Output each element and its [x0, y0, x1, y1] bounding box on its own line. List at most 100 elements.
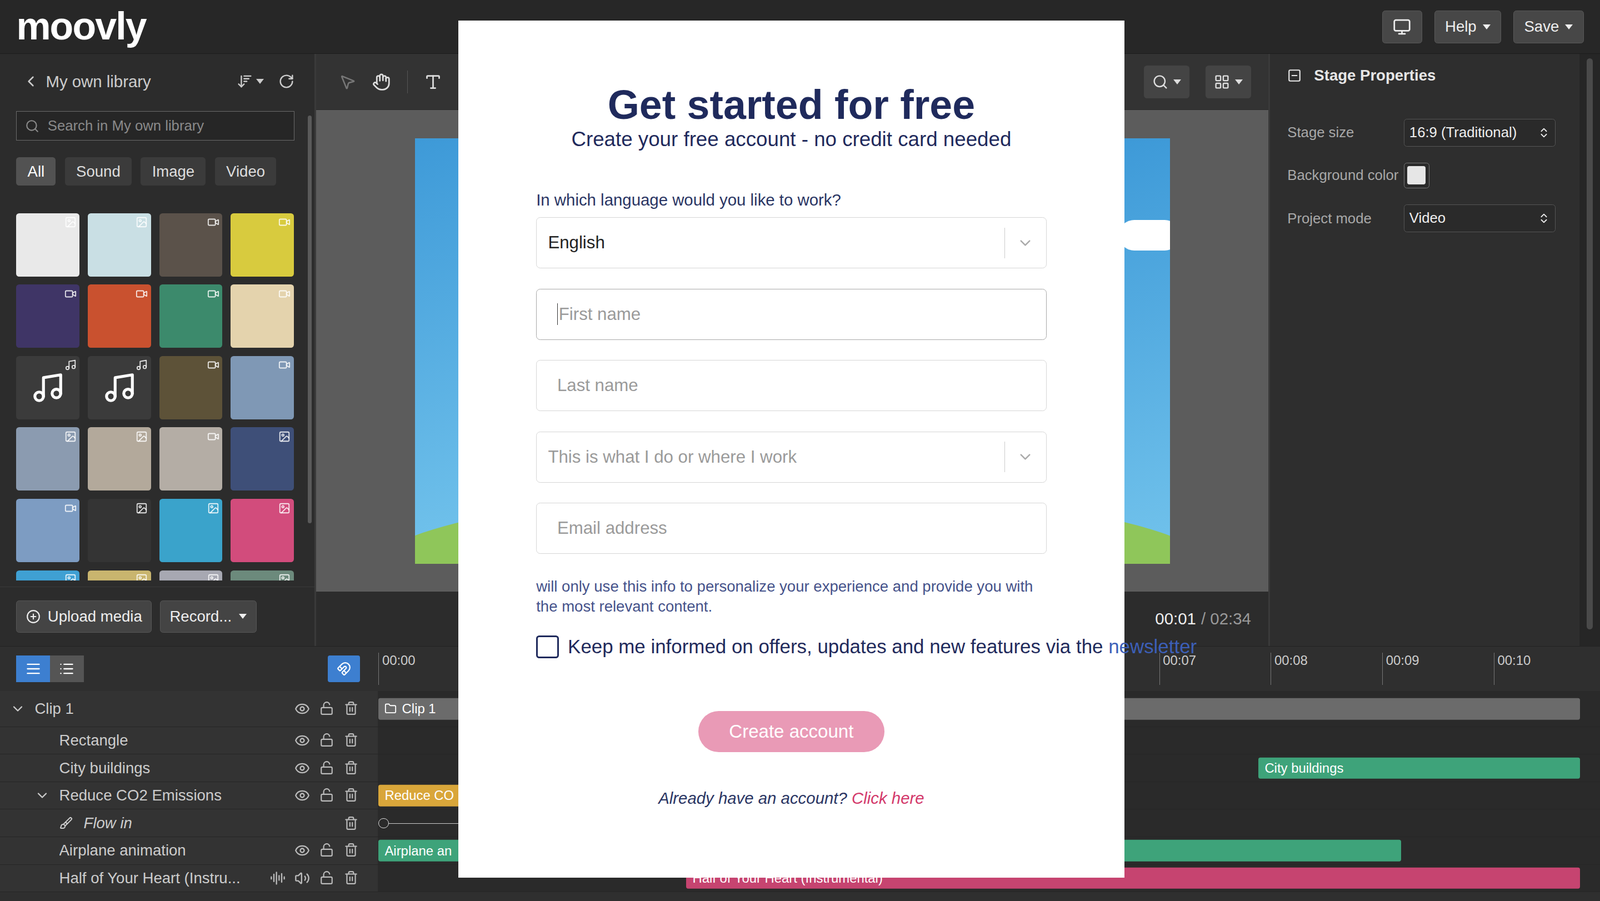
trash-icon[interactable] [343, 701, 359, 716]
eye-icon[interactable] [294, 842, 310, 859]
snap-button[interactable] [327, 655, 361, 683]
trash-icon[interactable] [343, 787, 359, 803]
track-label[interactable]: Clip 1 [0, 691, 378, 727]
media-thumbnail[interactable] [16, 284, 80, 348]
newsletter-link[interactable]: newsletter [1108, 635, 1197, 658]
media-thumbnail[interactable] [159, 284, 223, 348]
media-thumbnail[interactable] [230, 570, 294, 582]
track-bar[interactable]: City buildings [1258, 757, 1580, 779]
properties-header[interactable]: Stage Properties [1287, 64, 1563, 87]
trash-icon[interactable] [343, 816, 359, 831]
track-name[interactable]: Half of Your Heart (Instru... [59, 869, 262, 888]
track-name[interactable]: City buildings [59, 759, 262, 778]
expand-icon[interactable] [34, 787, 50, 804]
eye-icon[interactable] [294, 760, 310, 777]
menu-button[interactable]: Help [1434, 10, 1502, 44]
media-thumbnail[interactable] [87, 427, 152, 491]
media-thumbnail[interactable] [230, 498, 294, 563]
track-name[interactable]: Reduce CO2 Emissions [59, 786, 262, 805]
media-thumbnail[interactable] [159, 570, 223, 582]
media-thumbnail[interactable] [16, 498, 80, 563]
logo[interactable]: moovly [16, 3, 146, 50]
media-thumbnail[interactable] [159, 427, 223, 491]
track-name[interactable]: Rectangle [59, 731, 262, 750]
hand-tool[interactable] [372, 72, 391, 92]
media-thumbnail[interactable] [16, 570, 80, 582]
lock-icon[interactable] [319, 760, 334, 775]
sort-button[interactable] [236, 73, 264, 90]
trash-icon[interactable] [343, 842, 359, 858]
menu-button[interactable]: Save [1513, 10, 1584, 44]
media-thumbnail[interactable] [230, 356, 294, 420]
zoom-button[interactable] [1143, 65, 1190, 99]
media-thumbnail[interactable] [230, 427, 294, 491]
preview-button[interactable] [1382, 10, 1423, 44]
property-select[interactable]: 16:9 (Traditional) [1403, 118, 1557, 147]
text-tool[interactable] [423, 72, 443, 92]
filter-chip[interactable]: Video [215, 157, 277, 186]
track-label[interactable]: Rectangle [0, 727, 378, 755]
lock-icon[interactable] [319, 701, 334, 716]
track-label[interactable]: City buildings [0, 754, 378, 782]
login-link[interactable]: Click here [851, 788, 925, 808]
media-thumbnail[interactable] [16, 427, 80, 491]
track-label[interactable]: Half of Your Heart (Instru... [0, 865, 378, 893]
scrollbar-thumb[interactable] [1586, 58, 1593, 630]
media-thumbnail[interactable] [16, 356, 80, 420]
effect-dot[interactable] [378, 818, 389, 829]
lock-icon[interactable] [319, 732, 334, 748]
select-field[interactable]: English [536, 217, 1047, 269]
text-field[interactable]: First name [536, 288, 1047, 340]
newsletter-row[interactable]: Keep me informed on offers, updates and … [536, 635, 1047, 658]
trash-icon[interactable] [343, 760, 359, 775]
lock-icon[interactable] [319, 842, 334, 858]
volume-icon[interactable] [294, 870, 310, 887]
upload-button[interactable]: Upload media [16, 600, 152, 634]
newsletter-checkbox[interactable] [536, 635, 559, 658]
lock-icon[interactable] [319, 787, 334, 803]
media-thumbnail[interactable] [16, 213, 80, 277]
refresh-icon[interactable] [278, 73, 295, 90]
eye-icon[interactable] [294, 701, 310, 717]
media-thumbnail[interactable] [87, 356, 152, 420]
media-thumbnail[interactable] [159, 498, 223, 563]
trash-icon[interactable] [343, 732, 359, 748]
layout-button[interactable] [1205, 65, 1252, 99]
property-select[interactable]: Video [1403, 204, 1557, 233]
lock-icon[interactable] [319, 870, 334, 885]
media-thumbnail[interactable] [159, 356, 223, 420]
waveform-icon[interactable] [270, 870, 286, 887]
filter-chip[interactable]: All [16, 157, 56, 186]
view-button[interactable] [50, 655, 84, 683]
text-field[interactable]: Last name [536, 360, 1047, 412]
create-account-button[interactable]: Create account [698, 711, 884, 752]
track-name[interactable]: Flow in [83, 814, 262, 833]
track-name[interactable]: Clip 1 [34, 700, 262, 718]
view-button[interactable] [16, 655, 50, 683]
media-thumbnail[interactable] [159, 213, 223, 277]
track-name[interactable]: Airplane animation [59, 841, 262, 860]
filter-chip[interactable]: Image [140, 157, 206, 186]
trash-icon[interactable] [343, 870, 359, 885]
media-thumbnail[interactable] [230, 213, 294, 277]
media-thumbnail[interactable] [87, 498, 152, 563]
library-back[interactable]: My own library [16, 72, 151, 92]
text-field[interactable]: Email address [536, 502, 1047, 554]
track-label[interactable]: Airplane animation [0, 837, 378, 865]
media-thumbnail[interactable] [87, 284, 152, 348]
eye-icon[interactable] [294, 787, 310, 804]
track-label[interactable]: Flow in [0, 809, 378, 837]
library-scrollbar[interactable] [307, 115, 312, 524]
filter-chip[interactable]: Sound [65, 157, 132, 186]
media-thumbnail[interactable] [87, 570, 152, 582]
select-tool[interactable] [338, 73, 357, 91]
expand-icon[interactable] [10, 701, 26, 717]
record-button[interactable]: Record... [160, 600, 257, 634]
color-swatch[interactable] [1403, 162, 1430, 189]
media-thumbnail[interactable] [87, 213, 152, 277]
select-field[interactable]: This is what I do or where I work [536, 431, 1047, 483]
media-thumbnail[interactable] [230, 284, 294, 348]
library-search[interactable]: Search in My own library [16, 111, 294, 141]
track-label[interactable]: Reduce CO2 Emissions [0, 782, 378, 810]
eye-icon[interactable] [294, 732, 310, 749]
